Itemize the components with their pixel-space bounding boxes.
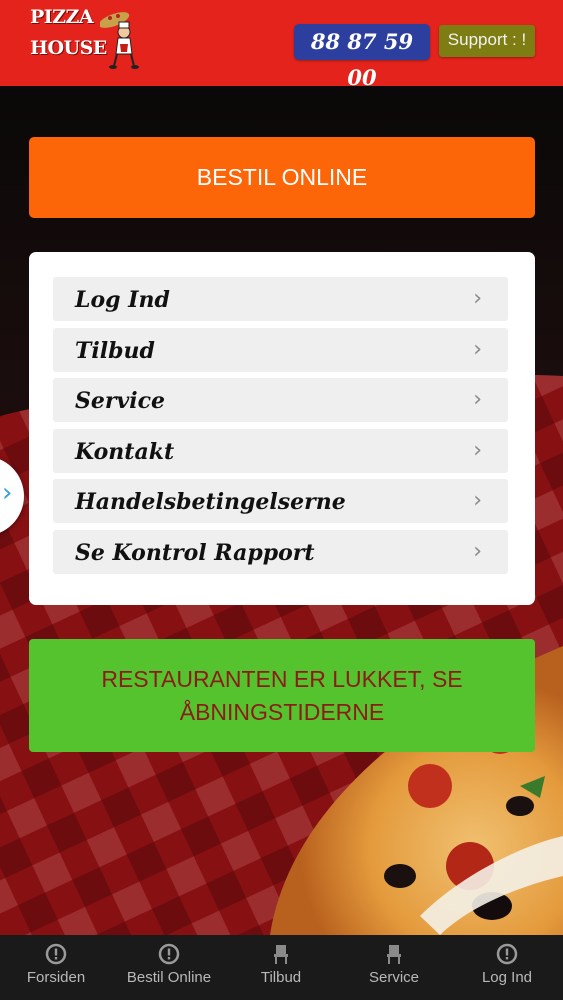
main-menu-panel: Log Ind › Tilbud › Service › Kontakt › H… [29, 252, 535, 605]
pizza-house-logo[interactable]: PIZZA HOUSE [30, 4, 140, 70]
order-online-button[interactable]: BESTIL ONLINE [29, 137, 535, 218]
support-button[interactable]: Support : ! [439, 25, 535, 57]
menu-item-label: Tilbud [75, 338, 155, 364]
restaurant-closed-banner[interactable]: RESTAURANTEN ER LUKKET, SE ÅBNINGSTIDERN… [29, 639, 535, 752]
chevron-right-icon: › [473, 286, 482, 311]
info-circle-icon [158, 943, 180, 965]
nav-forsiden[interactable]: Forsiden [0, 935, 112, 1000]
nav-label: Forsiden [26, 969, 86, 986]
chair-icon [387, 945, 401, 964]
logo-line-1: PIZZA [30, 6, 94, 28]
nav-log-ind[interactable]: Log Ind [451, 935, 563, 1000]
nav-label: Service [368, 969, 420, 986]
chevron-right-icon: › [473, 539, 482, 564]
nav-label: Log Ind [481, 969, 533, 986]
logo-line-2: HOUSE [30, 37, 107, 59]
chevron-right-icon: › [473, 438, 482, 463]
closed-notice-text: RESTAURANTEN ER LUKKET, SE ÅBNINGSTIDERN… [101, 665, 463, 725]
phone-number-button[interactable]: 88 87 59 00 [294, 24, 430, 90]
menu-item-service[interactable]: Service › [53, 378, 508, 422]
nav-bestil-online[interactable]: Bestil Online [113, 935, 225, 1000]
menu-item-label: Log Ind [75, 287, 170, 313]
menu-item-kontakt[interactable]: Kontakt › [53, 429, 508, 473]
menu-item-label: Service [75, 388, 166, 414]
nav-label: Tilbud [260, 969, 302, 986]
app-header: PIZZA HOUSE 88 87 59 00 Support : ! [0, 0, 563, 90]
menu-item-tilbud[interactable]: Tilbud › [53, 328, 508, 372]
menu-item-label: Handelsbetingelserne [75, 489, 346, 515]
menu-item-log-ind[interactable]: Log Ind › [53, 277, 508, 321]
menu-item-handelsbetingelserne[interactable]: Handelsbetingelserne › [53, 479, 508, 523]
chevron-right-icon: › [473, 387, 482, 412]
menu-item-se-kontrol-rapport[interactable]: Se Kontrol Rapport › [53, 530, 508, 574]
nav-label: Bestil Online [126, 969, 212, 986]
nav-service[interactable]: Service [338, 935, 450, 1000]
info-circle-icon [45, 943, 67, 965]
chevron-right-icon: › [2, 478, 13, 508]
menu-item-label: Kontakt [75, 439, 175, 465]
chef-mascot-icon [100, 12, 139, 69]
chevron-right-icon: › [473, 337, 482, 362]
chevron-right-icon: › [473, 488, 482, 513]
bottom-navigation: Forsiden Bestil Online Tilbud Service Lo… [0, 935, 563, 1000]
nav-tilbud[interactable]: Tilbud [225, 935, 337, 1000]
menu-item-label: Se Kontrol Rapport [75, 540, 315, 566]
info-circle-icon [496, 943, 518, 965]
chair-icon [274, 945, 288, 964]
